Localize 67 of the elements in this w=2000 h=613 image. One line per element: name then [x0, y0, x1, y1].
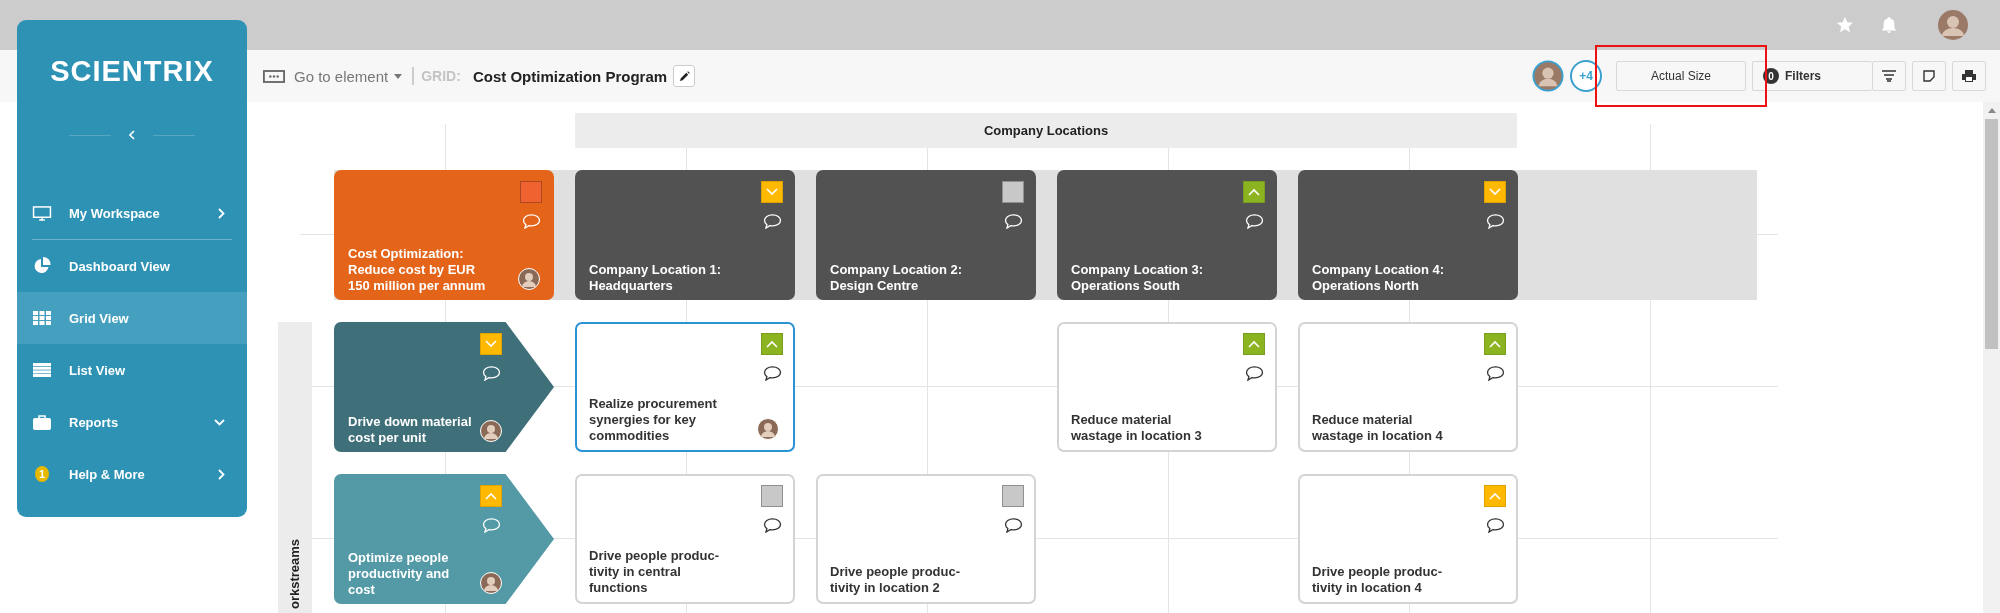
- actual-size-button[interactable]: Actual Size: [1616, 61, 1746, 91]
- task-card[interactable]: Drive people produc- tivity in location 4: [1298, 474, 1518, 604]
- column-header: Company Locations: [575, 113, 1517, 148]
- caret-icon: [394, 73, 403, 79]
- sidebar-item[interactable]: List View: [17, 344, 247, 396]
- task-card[interactable]: Drive people produc- tivity in location 2: [816, 474, 1036, 604]
- logo: SCIENTRIX: [49, 55, 215, 88]
- card-title: Company Location 4: Operations North: [1312, 262, 1445, 294]
- notification-badge: 1: [35, 466, 49, 482]
- task-card[interactable]: Realize procurement synergies for key commodities: [575, 322, 795, 452]
- card-title: Drive people produc- tivity in central functions: [589, 548, 720, 596]
- card-title: Company Location 1: Headquarters: [589, 262, 722, 294]
- sidebar-item[interactable]: My Workspace: [17, 187, 247, 239]
- location-card[interactable]: Company Location 4: Operations North: [1298, 170, 1518, 300]
- task-card[interactable]: Reduce material wastage in location 3: [1057, 322, 1277, 452]
- note-button[interactable]: [1912, 61, 1946, 91]
- card-title: Drive people produc- tivity in location 2: [830, 564, 961, 596]
- comment-icon[interactable]: [1245, 366, 1264, 381]
- comment-icon[interactable]: [1004, 518, 1023, 533]
- card-title: Drive down material cost per unit: [348, 414, 472, 446]
- pie-chart-icon: [32, 257, 52, 275]
- collapse-icon[interactable]: [129, 130, 135, 140]
- element-menu-icon[interactable]: [263, 69, 285, 83]
- sort-lines-icon: [1882, 70, 1896, 82]
- chevron-down-icon: [214, 418, 225, 426]
- workstream-card[interactable]: Drive down material cost per unit: [334, 322, 554, 452]
- row-header-label: orkstreams: [287, 538, 303, 609]
- card-title: Reduce material wastage in location 3: [1071, 412, 1202, 444]
- card-title: Drive people produc- tivity in location 4: [1312, 564, 1443, 596]
- location-card[interactable]: Company Location 3: Operations South: [1057, 170, 1277, 300]
- location-card[interactable]: Company Location 1: Headquarters: [575, 170, 795, 300]
- scrollbar[interactable]: [1983, 102, 2000, 613]
- comment-icon[interactable]: [1486, 366, 1505, 381]
- card-title: Company Location 3: Operations South: [1071, 262, 1204, 294]
- task-card[interactable]: Reduce material wastage in location 4: [1298, 322, 1518, 452]
- comment-icon[interactable]: [763, 518, 782, 533]
- grid-icon: [32, 311, 52, 325]
- task-card[interactable]: Drive people produc- tivity in central functions: [575, 474, 795, 604]
- monitor-icon: [32, 205, 52, 221]
- edit-button[interactable]: [673, 65, 696, 87]
- card-title: Realize procurement synergies for key commodities: [589, 396, 717, 444]
- chevron-right-icon: [218, 468, 225, 480]
- sidebar-item[interactable]: Reports: [17, 396, 247, 448]
- go-to-element-dropdown[interactable]: Go to element: [294, 67, 403, 85]
- print-icon: [1962, 70, 1976, 82]
- print-button[interactable]: [1952, 61, 1986, 91]
- chevron-right-icon: [218, 207, 225, 219]
- list-icon: [32, 363, 52, 377]
- card-title: Reduce material wastage in location 4: [1312, 412, 1443, 444]
- filters-button[interactable]: 0 Filters: [1752, 61, 1872, 91]
- pencil-icon: [678, 70, 690, 82]
- sort-button[interactable]: [1872, 61, 1906, 91]
- grid-title: Cost Optimization Program: [472, 67, 668, 85]
- comment-icon[interactable]: [1486, 518, 1505, 533]
- collaborator-avatar-icon[interactable]: [1532, 60, 1564, 92]
- scroll-up-icon[interactable]: [1987, 108, 1996, 113]
- note-icon: [1923, 70, 1935, 82]
- location-card[interactable]: Company Location 2: Design Centre: [816, 170, 1036, 300]
- card-title: Cost Optimization: Reduce cost by EUR 150 million per annum: [348, 246, 486, 294]
- comment-icon[interactable]: [763, 366, 782, 381]
- star-icon[interactable]: [1836, 16, 1854, 34]
- sidebar-item[interactable]: 1 Help & More: [17, 448, 247, 500]
- card-title: Company Location 2: Design Centre: [830, 262, 963, 294]
- sidebar-item[interactable]: Dashboard View: [17, 240, 247, 292]
- briefcase-icon: [32, 414, 52, 430]
- scroll-thumb[interactable]: [1985, 119, 1998, 349]
- card-title: Optimize people productivity and cost: [348, 550, 450, 598]
